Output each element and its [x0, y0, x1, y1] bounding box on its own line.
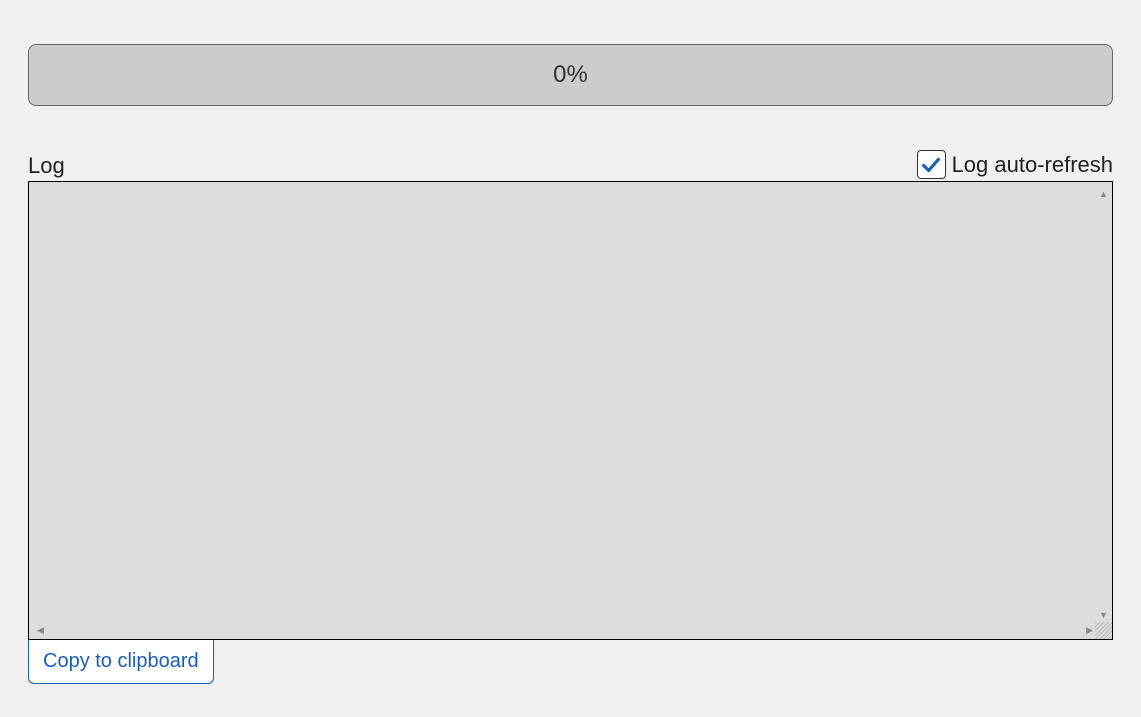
log-content [35, 188, 1094, 621]
resize-grip-icon[interactable] [1095, 622, 1112, 639]
scroll-down-icon: ▼ [1099, 611, 1108, 620]
log-output[interactable]: ▲ ▼ ◀ ▶ [28, 181, 1113, 640]
progress-percent-label: 0% [553, 61, 588, 89]
scroll-left-icon: ◀ [37, 626, 44, 635]
scroll-right-icon: ▶ [1086, 626, 1093, 635]
auto-refresh-checkbox[interactable] [917, 150, 946, 179]
horizontal-scrollbar[interactable]: ◀ ▶ [35, 622, 1095, 639]
progress-bar: 0% [28, 44, 1113, 106]
auto-refresh-label: Log auto-refresh [952, 152, 1113, 178]
log-header: Log Log auto-refresh [28, 150, 1113, 179]
checkmark-icon [920, 154, 942, 176]
scroll-up-icon: ▲ [1099, 190, 1108, 199]
auto-refresh-control[interactable]: Log auto-refresh [917, 150, 1113, 179]
vertical-scrollbar[interactable]: ▲ ▼ [1095, 188, 1112, 622]
copy-to-clipboard-button[interactable]: Copy to clipboard [28, 640, 214, 684]
log-label: Log [28, 153, 65, 179]
